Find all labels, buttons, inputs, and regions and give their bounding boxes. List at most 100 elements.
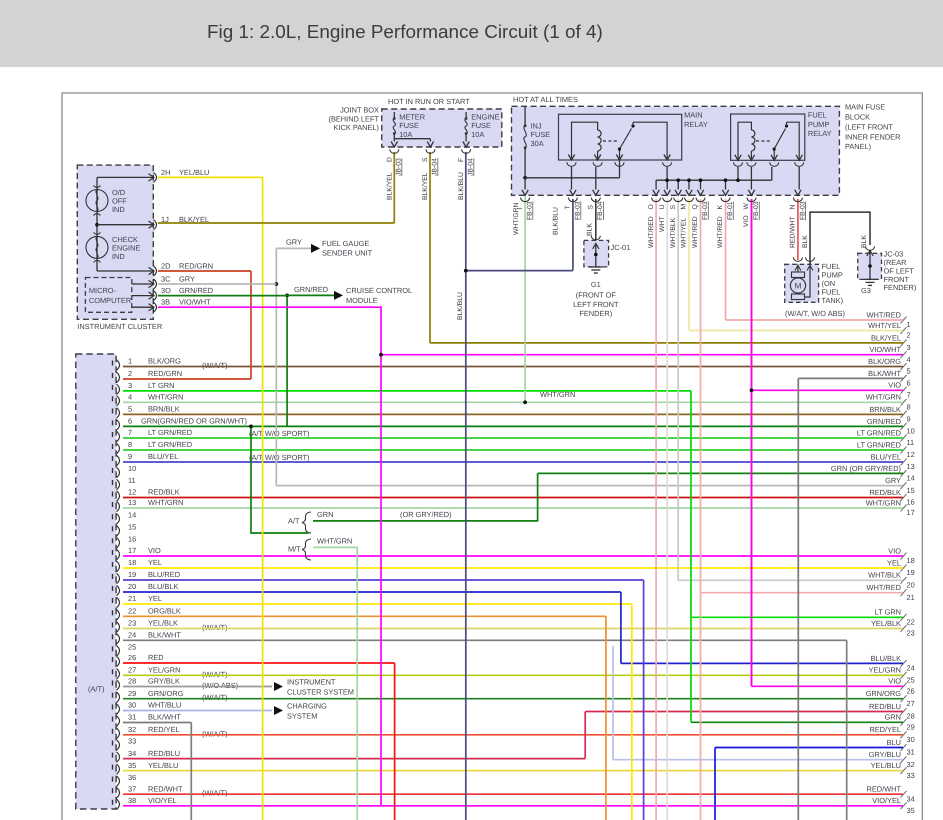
svg-text:19: 19 bbox=[907, 568, 915, 577]
svg-text:WHT/BLK: WHT/BLK bbox=[670, 217, 677, 248]
svg-text:6: 6 bbox=[128, 417, 132, 426]
svg-text:10: 10 bbox=[907, 427, 915, 436]
svg-text:30: 30 bbox=[907, 735, 915, 744]
svg-text:FUSE: FUSE bbox=[531, 130, 551, 139]
svg-text:4: 4 bbox=[128, 393, 132, 402]
svg-text:JOINT BOX: JOINT BOX bbox=[340, 106, 379, 115]
svg-text:JB-04: JB-04 bbox=[432, 158, 439, 176]
svg-text:GRY: GRY bbox=[885, 476, 901, 485]
svg-text:YEL/GRN: YEL/GRN bbox=[148, 666, 180, 675]
svg-text:KICK PANEL): KICK PANEL) bbox=[334, 123, 379, 132]
svg-text:RED/WHT: RED/WHT bbox=[867, 785, 902, 794]
svg-text:8: 8 bbox=[907, 403, 911, 412]
svg-text:W: W bbox=[743, 203, 750, 210]
svg-text:BLK/WHT: BLK/WHT bbox=[148, 713, 181, 722]
svg-text:BLU/BLK: BLU/BLK bbox=[871, 654, 901, 663]
svg-text:RED/WHT: RED/WHT bbox=[148, 784, 183, 793]
svg-text:10A: 10A bbox=[399, 130, 412, 139]
svg-text:27: 27 bbox=[128, 666, 136, 675]
svg-text:(W/A/T): (W/A/T) bbox=[202, 623, 227, 632]
svg-text:RED: RED bbox=[148, 653, 164, 662]
svg-text:BLK: BLK bbox=[587, 223, 594, 236]
svg-text:20: 20 bbox=[907, 581, 915, 590]
svg-text:BLK/YEL: BLK/YEL bbox=[387, 172, 394, 200]
svg-text:RELAY: RELAY bbox=[684, 120, 708, 129]
svg-text:24: 24 bbox=[128, 631, 136, 640]
svg-text:22: 22 bbox=[907, 618, 915, 627]
svg-text:JB-03: JB-03 bbox=[396, 158, 403, 176]
svg-text:VIO/WHT: VIO/WHT bbox=[869, 345, 901, 354]
svg-text:WHT/GRN: WHT/GRN bbox=[866, 393, 901, 402]
svg-text:BRN/BLK: BRN/BLK bbox=[148, 405, 180, 414]
svg-text:MICRO-: MICRO- bbox=[89, 286, 117, 295]
svg-text:LT GRN/RED: LT GRN/RED bbox=[148, 428, 192, 437]
svg-text:VIO: VIO bbox=[888, 381, 901, 390]
svg-text:26: 26 bbox=[128, 653, 136, 662]
svg-text:28: 28 bbox=[907, 712, 915, 721]
svg-text:17: 17 bbox=[128, 546, 136, 555]
svg-text:WHT: WHT bbox=[659, 217, 666, 232]
svg-text:30A: 30A bbox=[531, 139, 544, 148]
svg-text:13: 13 bbox=[128, 498, 136, 507]
svg-text:1: 1 bbox=[128, 357, 132, 366]
svg-text:36: 36 bbox=[128, 773, 136, 782]
svg-text:2: 2 bbox=[907, 331, 911, 340]
svg-text:WHT/BLK: WHT/BLK bbox=[868, 571, 901, 580]
svg-text:INJ: INJ bbox=[531, 121, 542, 130]
svg-text:(OR GRY/RED): (OR GRY/RED) bbox=[400, 510, 452, 519]
svg-text:24: 24 bbox=[907, 664, 915, 673]
svg-text:ORG/BLK: ORG/BLK bbox=[148, 607, 181, 616]
svg-text:(LEFT FRONT: (LEFT FRONT bbox=[845, 122, 893, 131]
svg-text:9: 9 bbox=[128, 452, 132, 461]
svg-text:3: 3 bbox=[907, 343, 911, 352]
svg-text:5: 5 bbox=[128, 405, 132, 414]
svg-text:31: 31 bbox=[907, 748, 915, 757]
svg-text:17: 17 bbox=[907, 508, 915, 517]
svg-text:3C: 3C bbox=[161, 274, 171, 283]
svg-text:GRN: GRN bbox=[317, 510, 333, 519]
svg-text:LT GRN/RED: LT GRN/RED bbox=[148, 440, 192, 449]
svg-text:K: K bbox=[717, 205, 724, 210]
svg-text:VIO/WHT: VIO/WHT bbox=[179, 298, 211, 307]
svg-text:WHT/RED: WHT/RED bbox=[692, 216, 699, 248]
svg-text:BLOCK: BLOCK bbox=[845, 113, 870, 122]
svg-text:WHT/YEL: WHT/YEL bbox=[681, 218, 688, 248]
svg-text:RED/GRN: RED/GRN bbox=[179, 261, 213, 270]
svg-text:31: 31 bbox=[128, 713, 136, 722]
svg-text:22: 22 bbox=[128, 607, 136, 616]
svg-text:(W/A/T): (W/A/T) bbox=[202, 361, 227, 370]
svg-text:15: 15 bbox=[907, 486, 915, 495]
svg-text:10A: 10A bbox=[471, 130, 484, 139]
svg-text:RED/YEL: RED/YEL bbox=[148, 725, 180, 734]
svg-text:U: U bbox=[659, 205, 666, 210]
svg-text:FB-03: FB-03 bbox=[527, 201, 534, 220]
svg-text:CLUSTER SYSTEM: CLUSTER SYSTEM bbox=[287, 687, 354, 696]
svg-text:11: 11 bbox=[907, 438, 915, 447]
svg-text:(W/A/T): (W/A/T) bbox=[202, 789, 227, 798]
svg-text:32: 32 bbox=[128, 725, 136, 734]
svg-text:PUMP: PUMP bbox=[808, 120, 829, 129]
svg-text:VIO/YEL: VIO/YEL bbox=[872, 796, 901, 805]
svg-text:16: 16 bbox=[128, 535, 136, 544]
svg-text:M/T: M/T bbox=[288, 545, 301, 554]
svg-text:M: M bbox=[681, 204, 688, 210]
svg-text:FB-01: FB-01 bbox=[727, 201, 734, 220]
svg-text:FB-04: FB-04 bbox=[597, 201, 604, 220]
svg-text:CHARGING: CHARGING bbox=[287, 701, 327, 710]
svg-text:RELAY: RELAY bbox=[808, 129, 832, 138]
svg-text:30: 30 bbox=[128, 701, 136, 710]
svg-text:9: 9 bbox=[907, 415, 911, 424]
svg-text:YEL: YEL bbox=[148, 558, 162, 567]
svg-text:6: 6 bbox=[907, 379, 911, 388]
svg-text:BLU/RED: BLU/RED bbox=[148, 570, 180, 579]
svg-text:BLK/WHT: BLK/WHT bbox=[148, 631, 181, 640]
svg-text:VIO/YEL: VIO/YEL bbox=[148, 796, 177, 805]
svg-text:33: 33 bbox=[128, 737, 136, 746]
svg-text:8: 8 bbox=[128, 440, 132, 449]
svg-text:21: 21 bbox=[907, 593, 915, 602]
svg-text:WHT/RED: WHT/RED bbox=[867, 583, 902, 592]
svg-text:RED/BLK: RED/BLK bbox=[869, 488, 901, 497]
svg-text:12: 12 bbox=[907, 450, 915, 459]
svg-text:37: 37 bbox=[128, 784, 136, 793]
svg-text:BLU/YEL: BLU/YEL bbox=[871, 452, 901, 461]
